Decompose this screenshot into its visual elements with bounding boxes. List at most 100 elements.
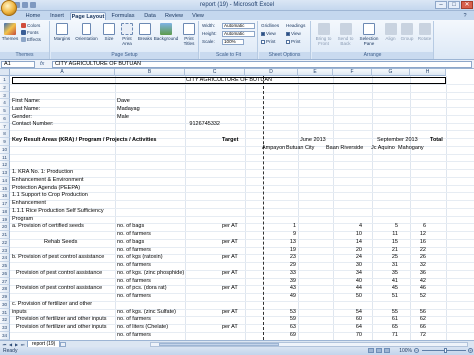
butuan-city-header[interactable]: Butuan City <box>286 145 314 153</box>
activity-cell[interactable]: a. Provision of certified seeds <box>12 223 84 231</box>
last-name-label[interactable]: Last Name: <box>12 106 40 114</box>
value-cell[interactable]: 9 <box>280 231 296 239</box>
value-cell[interactable]: 43 <box>280 285 296 293</box>
fonts-button[interactable]: Fonts <box>21 30 39 36</box>
name-box[interactable]: A1 <box>1 61 35 68</box>
value-cell[interactable]: 69 <box>280 332 296 340</box>
page-layout-view-icon[interactable] <box>376 348 382 353</box>
gender-value[interactable]: Male <box>117 114 129 122</box>
value-cell[interactable]: 35 <box>382 270 398 278</box>
column-header-c[interactable]: C <box>185 69 245 76</box>
gridlines-view-checkbox[interactable]: View <box>261 31 276 37</box>
rotate-button[interactable]: Rotate <box>416 23 433 41</box>
margins-button[interactable]: Margins <box>52 23 72 41</box>
row-header-16[interactable]: 16 <box>0 192 10 200</box>
column-header-h[interactable]: H <box>410 69 446 76</box>
row-header-30[interactable]: 30 <box>0 300 10 309</box>
value-cell[interactable]: 60 <box>346 316 362 324</box>
value-cell[interactable]: 44 <box>346 285 362 293</box>
scale-input[interactable]: 100% <box>222 39 244 45</box>
value-cell[interactable]: 63 <box>280 324 296 332</box>
insert-function-icon[interactable]: fx <box>40 61 44 68</box>
zoom-slider[interactable] <box>422 348 466 353</box>
align-button[interactable]: Align <box>383 23 398 41</box>
kra-line[interactable]: 1. KRA No. 1: Production <box>12 169 73 177</box>
value-cell[interactable]: 26 <box>410 254 426 262</box>
row-header-33[interactable]: 33 <box>0 324 10 332</box>
value-cell[interactable]: 54 <box>346 309 362 317</box>
kra-line[interactable]: 1.1.1 Rice Production Self Sufficiency <box>12 208 104 216</box>
value-cell[interactable]: 32 <box>410 262 426 270</box>
row-header-5[interactable]: 5 <box>0 107 10 115</box>
zoom-slider-knob[interactable] <box>444 348 447 353</box>
column-header-b[interactable]: B <box>115 69 185 76</box>
value-cell[interactable]: 31 <box>382 262 398 270</box>
target-cell[interactable]: per AT <box>222 270 238 278</box>
tab-home[interactable]: Home <box>22 12 44 20</box>
contact-value[interactable]: 9126745332 <box>150 121 220 129</box>
unit-cell[interactable]: no. of bags <box>117 239 144 247</box>
row-header-27[interactable]: 27 <box>0 277 10 286</box>
column-header-a[interactable]: A <box>10 69 115 76</box>
unit-cell[interactable]: no. of farmers <box>117 231 151 239</box>
row-header-9[interactable]: 9 <box>0 138 10 146</box>
value-cell[interactable]: 20 <box>346 247 362 255</box>
row-header-7[interactable]: 7 <box>0 122 10 131</box>
value-cell[interactable]: 55 <box>382 309 398 317</box>
row-header-10[interactable]: 10 <box>0 145 10 154</box>
select-all-corner[interactable] <box>0 69 10 76</box>
row-header-21[interactable]: 21 <box>0 231 10 239</box>
row-header-23[interactable]: 23 <box>0 246 10 255</box>
unit-cell[interactable]: no. of farmers <box>117 332 151 340</box>
row-header-24[interactable]: 24 <box>0 254 10 262</box>
tab-page-layout[interactable]: Page Layout <box>70 12 106 20</box>
target-cell[interactable]: per AT <box>222 223 238 231</box>
activity-cell[interactable]: c. Provision of fertilizer and other <box>12 301 92 309</box>
target-cell[interactable]: per AT <box>222 254 238 262</box>
row-header-17[interactable]: 17 <box>0 200 10 208</box>
june-header[interactable]: June 2013 <box>300 137 326 145</box>
activity-cell[interactable]: Rehab Seeds <box>44 239 77 247</box>
row-header-2[interactable]: 2 <box>0 83 10 92</box>
value-cell[interactable]: 21 <box>382 247 398 255</box>
tab-data[interactable]: Data <box>140 12 160 20</box>
selection-pane-button[interactable]: Selection Pane <box>357 23 381 46</box>
row-header-29[interactable]: 29 <box>0 293 10 301</box>
breaks-button[interactable]: Breaks <box>137 23 153 41</box>
value-cell[interactable]: 10 <box>346 231 362 239</box>
effects-button[interactable]: Effects <box>21 37 41 43</box>
activity-cell[interactable]: inputs <box>12 309 27 317</box>
first-name-value[interactable]: Dave <box>117 98 130 106</box>
value-cell[interactable]: 72 <box>410 332 426 340</box>
headings-view-checkbox[interactable]: View <box>286 31 301 37</box>
value-cell[interactable]: 40 <box>346 278 362 286</box>
tab-review[interactable]: Review <box>162 12 186 20</box>
value-cell[interactable]: 52 <box>410 293 426 301</box>
unit-cell[interactable]: no. of farmers <box>117 278 151 286</box>
kra-line[interactable]: Protection Agenda (PEEPA) <box>12 185 80 193</box>
tab-insert[interactable]: Insert <box>46 12 68 20</box>
jc-aquino-header[interactable]: Jc Aquino <box>371 145 395 153</box>
september-header[interactable]: September 2013 <box>377 137 418 145</box>
formula-input[interactable]: CITY AGRICULTURE OF BUTUAN <box>52 61 472 68</box>
zoom-out-icon[interactable]: − <box>414 348 419 353</box>
unit-cell[interactable]: no. of liters (Chelate) <box>117 324 168 332</box>
value-cell[interactable]: 22 <box>410 247 426 255</box>
value-cell[interactable]: 14 <box>346 239 362 247</box>
row-header-6[interactable]: 6 <box>0 114 10 123</box>
target-header[interactable]: Target <box>222 137 238 145</box>
activity-cell[interactable]: Provision of fertilizer and other inputs <box>16 316 107 324</box>
unit-cell[interactable]: no. of farmers <box>117 247 151 255</box>
unit-cell[interactable]: no. of kgs. (zinc phosphide) <box>117 270 184 278</box>
row-header-22[interactable]: 22 <box>0 238 10 247</box>
row-header-15[interactable]: 15 <box>0 184 10 193</box>
orientation-button[interactable]: Orientation <box>73 23 100 41</box>
help-icon[interactable]: ? <box>460 12 470 20</box>
baan-riverside-header[interactable]: Baan Riverside <box>326 145 363 153</box>
activity-cell[interactable]: Provision of pest control assistance <box>16 270 102 278</box>
normal-view-icon[interactable] <box>368 348 374 353</box>
kra-line[interactable]: Program <box>12 216 33 224</box>
value-cell[interactable]: 1 <box>280 223 296 231</box>
column-header-g[interactable]: G <box>372 69 410 76</box>
row-header-28[interactable]: 28 <box>0 285 10 293</box>
